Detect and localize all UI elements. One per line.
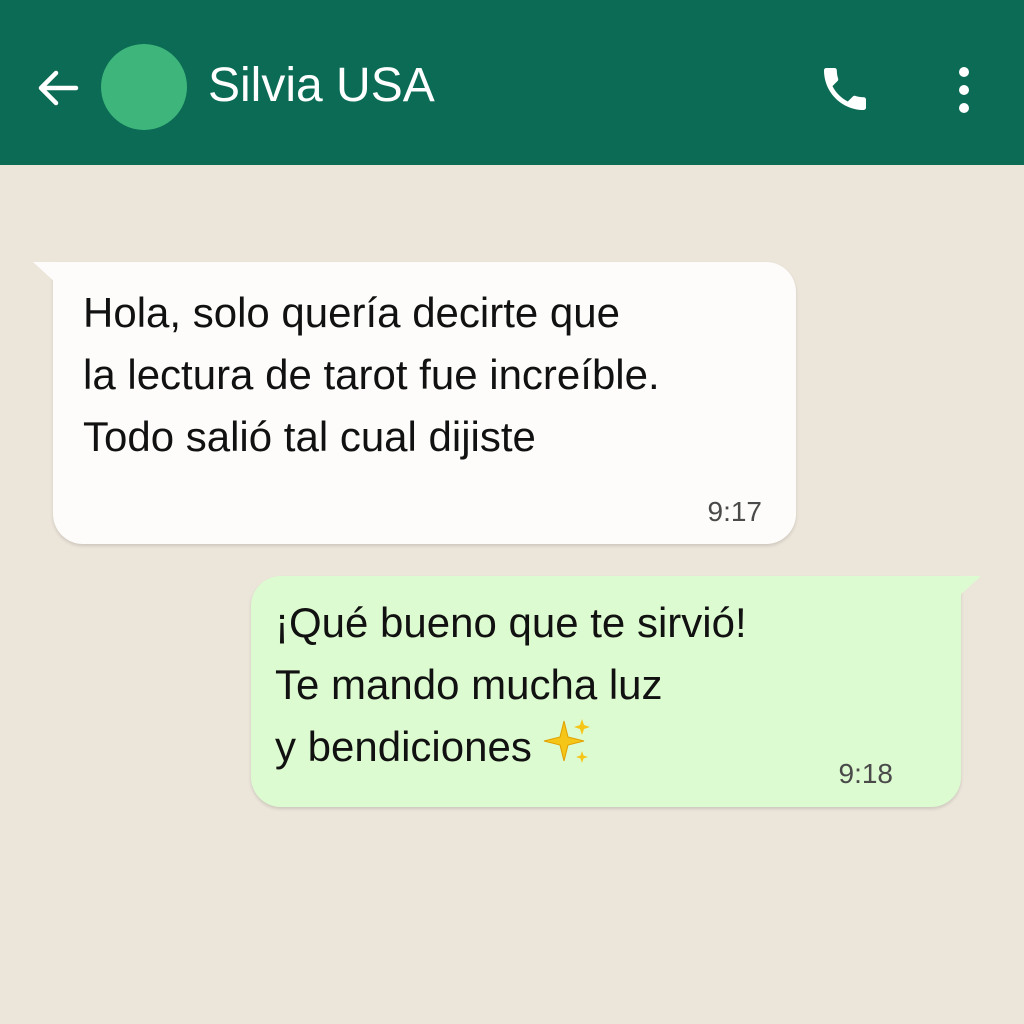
message-time: 9:17 — [707, 496, 763, 527]
phone-icon — [824, 68, 866, 110]
message-time: 9:18 — [838, 758, 894, 789]
arrow-left-icon — [38, 70, 79, 106]
outgoing-message[interactable]: ¡Qué bueno que te sirvió! Te mando mucha… — [251, 576, 981, 807]
avatar[interactable] — [101, 44, 187, 130]
back-button[interactable] — [30, 60, 86, 116]
more-options-button[interactable] — [940, 58, 988, 122]
sparkles-icon — [543, 719, 590, 763]
contact-name[interactable]: Silvia USA — [208, 56, 435, 116]
message-text: ¡Qué bueno que te sirvió! Te mando mucha… — [275, 592, 875, 778]
call-button[interactable] — [812, 58, 878, 120]
incoming-message[interactable]: Hola, solo quería decirte que la lectura… — [33, 262, 796, 544]
message-text-content: ¡Qué bueno que te sirvió! Te mando mucha… — [275, 599, 747, 770]
more-vertical-icon — [959, 67, 969, 113]
chat-header: Silvia USA — [0, 0, 1024, 165]
bubble-tail — [957, 576, 981, 598]
message-text: Hola, solo quería decirte que la lectura… — [83, 289, 660, 460]
bubble-tail — [33, 262, 57, 284]
